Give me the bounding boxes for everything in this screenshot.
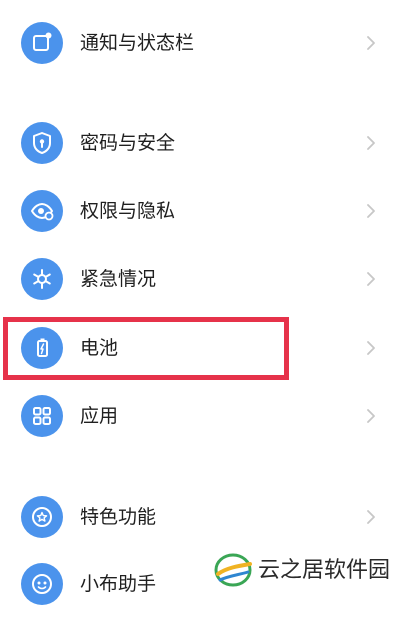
settings-item-emergency[interactable]: 紧急情况 xyxy=(0,245,400,313)
settings-item-label: 特色功能 xyxy=(80,506,157,528)
chevron-right-icon xyxy=(367,272,375,286)
watermark-logo-icon xyxy=(214,553,252,587)
chevron-right-icon xyxy=(367,409,375,423)
chevron-right-icon xyxy=(367,204,375,218)
settings-item-apps[interactable]: 应用 xyxy=(0,382,400,450)
settings-item-permissions-privacy[interactable]: 权限与隐私 xyxy=(0,177,400,245)
settings-item-label: 通知与状态栏 xyxy=(80,32,195,54)
assistant-icon xyxy=(21,563,63,605)
emergency-icon xyxy=(21,258,63,300)
settings-item-label: 密码与安全 xyxy=(80,132,176,154)
settings-item-label: 应用 xyxy=(80,405,119,427)
chevron-right-icon xyxy=(367,136,375,150)
settings-item-label: 电池 xyxy=(80,337,119,359)
shield-icon xyxy=(21,122,63,164)
apps-grid-icon xyxy=(21,395,63,437)
watermark-text: 云之居软件园 xyxy=(258,558,391,583)
settings-item-label: 紧急情况 xyxy=(80,268,157,290)
battery-icon xyxy=(21,327,63,369)
chevron-right-icon xyxy=(367,341,375,355)
watermark: 云之居软件园 xyxy=(212,548,400,594)
privacy-eye-icon xyxy=(21,190,63,232)
settings-item-battery[interactable]: 电池 xyxy=(0,314,400,382)
chevron-right-icon xyxy=(367,36,375,50)
star-icon xyxy=(21,496,63,538)
settings-item-label: 权限与隐私 xyxy=(80,200,176,222)
chevron-right-icon xyxy=(367,510,375,524)
settings-item-special-features[interactable]: 特色功能 xyxy=(0,483,400,551)
notification-icon xyxy=(21,22,63,64)
settings-item-notifications[interactable]: 通知与状态栏 xyxy=(0,9,400,77)
settings-item-label: 小布助手 xyxy=(80,573,157,595)
settings-item-password-security[interactable]: 密码与安全 xyxy=(0,109,400,177)
